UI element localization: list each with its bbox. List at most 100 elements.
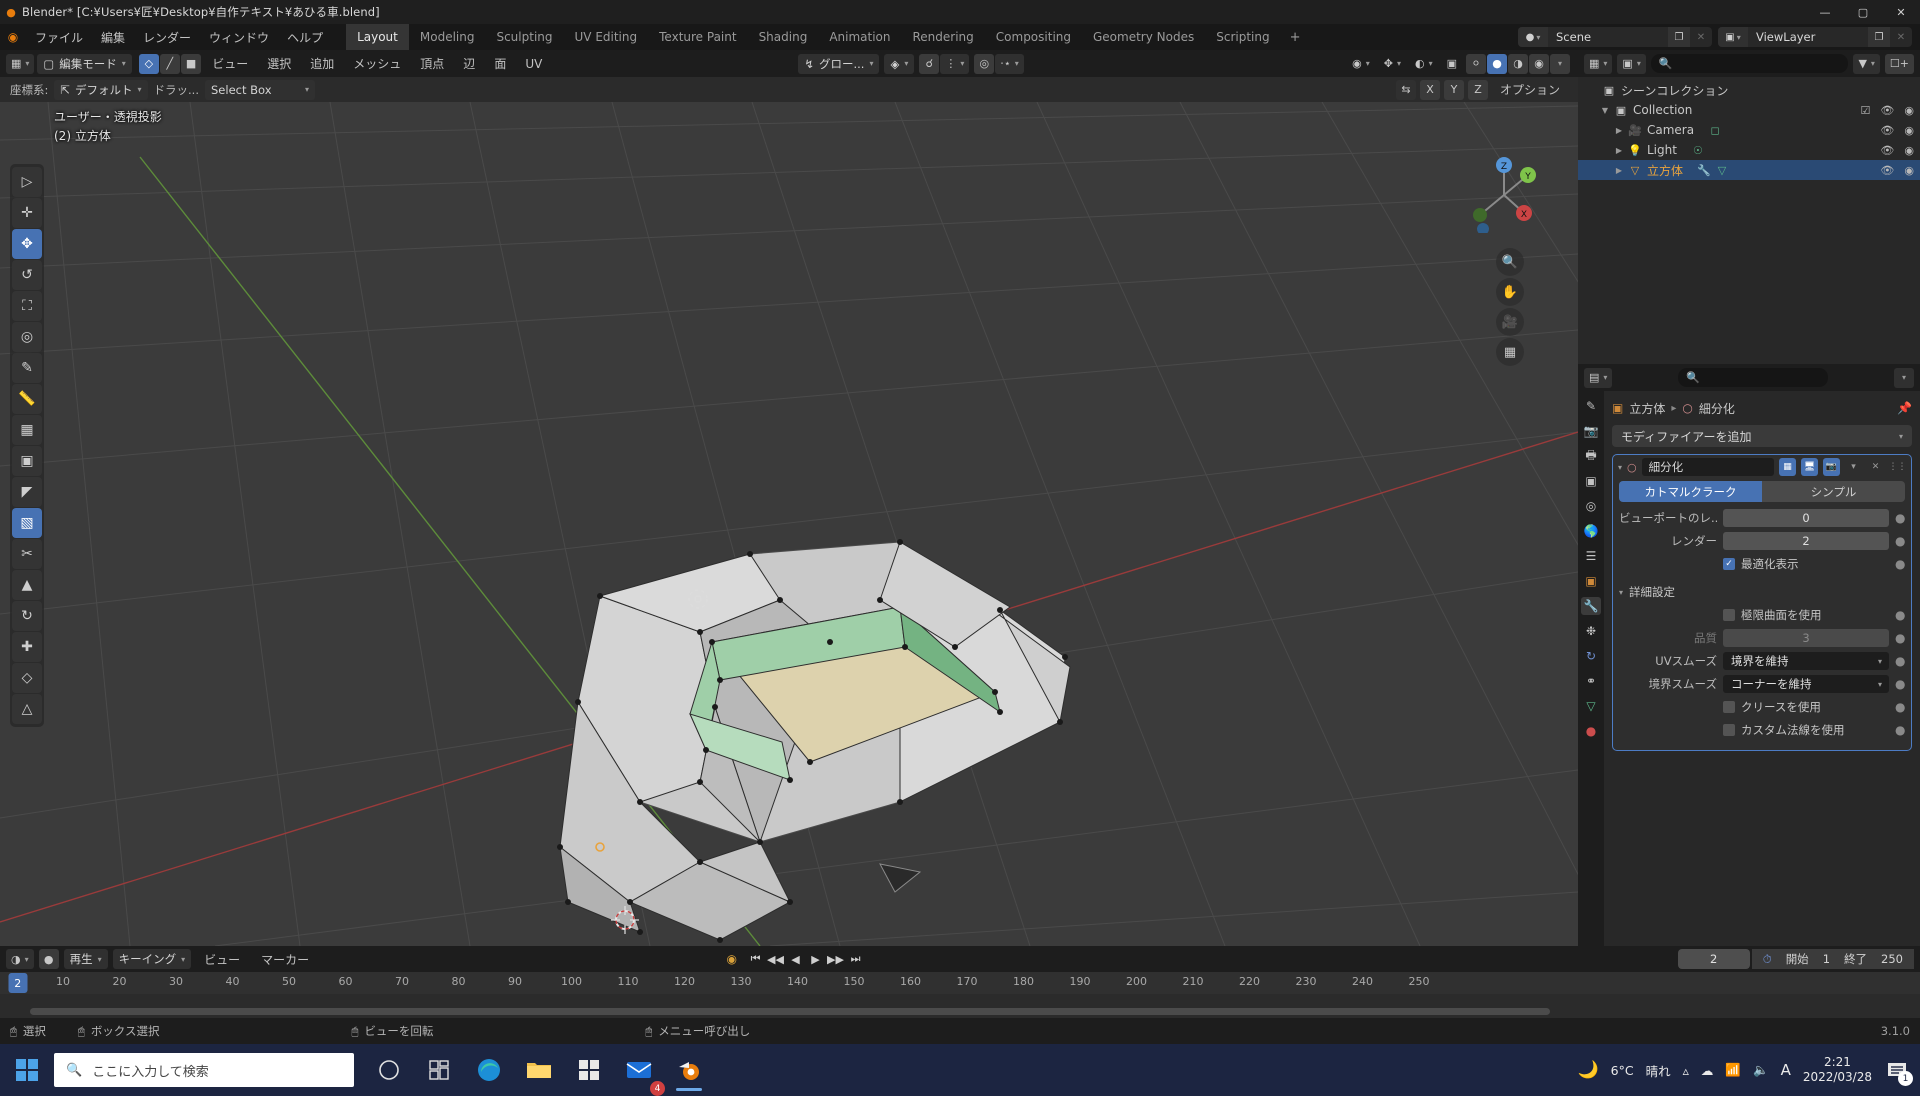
jump-end-button[interactable]: ⏭	[847, 952, 864, 966]
physics-tab[interactable]: ↻	[1581, 647, 1601, 665]
boundary-smooth-dropdown[interactable]: コーナーを維持 ▾	[1723, 675, 1889, 693]
rendered-shading-icon[interactable]: ◉	[1529, 53, 1549, 74]
render-tab[interactable]: 📷	[1581, 422, 1601, 440]
navigation-gizmo[interactable]: Y Z X	[1466, 157, 1542, 233]
new-collection-icon[interactable]: ☐+	[1884, 53, 1914, 74]
chevron-up-icon[interactable]: ▵	[1683, 1063, 1689, 1078]
ime-A-icon[interactable]: A	[1781, 1061, 1791, 1079]
end-frame-value[interactable]: 250	[1881, 952, 1903, 966]
proportional-edit-icon[interactable]: ◎	[974, 53, 995, 74]
hand-pan-icon[interactable]: ✋	[1496, 278, 1524, 306]
camera-render-icon[interactable]: ◉	[1904, 144, 1914, 157]
view-layer-tab[interactable]: ▣	[1581, 472, 1601, 490]
onedrive-icon[interactable]: ☁	[1701, 1063, 1714, 1078]
catmull-clark-option[interactable]: カトマルクラーク	[1619, 481, 1762, 502]
optimal-display-checkbox[interactable]: ✓	[1723, 558, 1735, 570]
visibility-selector-icon[interactable]: ◉ ▾	[1347, 54, 1375, 74]
menu-edit[interactable]: 編集	[92, 27, 134, 47]
close-button[interactable]: ✕	[1882, 0, 1920, 24]
menu-window[interactable]: ウィンドウ	[200, 27, 278, 47]
outliner-editor-type-icon[interactable]: ▦ ▾	[1584, 53, 1613, 74]
camera-object-data-icon[interactable]: ◻	[1706, 124, 1724, 137]
camera-view-icon[interactable]: 🎥	[1496, 308, 1524, 336]
jump-start-button[interactable]: ⏮	[747, 952, 764, 966]
taskbar-clock[interactable]: 2:21 2022/03/28	[1803, 1055, 1872, 1085]
scale-tool[interactable]: ⛶	[12, 291, 42, 321]
tab-compositing[interactable]: Compositing	[985, 24, 1082, 50]
simple-option[interactable]: シンプル	[1762, 481, 1905, 502]
mirror-icon[interactable]: ⇆	[1395, 79, 1416, 100]
tab-layout[interactable]: Layout	[346, 24, 409, 50]
notification-icon[interactable]: 1	[1884, 1057, 1913, 1086]
viewport-menu-select[interactable]: 選択	[259, 54, 299, 74]
file-explorer-icon[interactable]	[516, 1047, 562, 1093]
maximize-button[interactable]: ▢	[1844, 0, 1882, 24]
modifier-extras-icon[interactable]: ▾	[1845, 458, 1862, 476]
animate-property-dot[interactable]: ●	[1895, 608, 1905, 622]
properties-search-input[interactable]: 🔍	[1678, 368, 1829, 387]
animate-property-dot[interactable]: ●	[1895, 654, 1905, 668]
quality-value[interactable]: 3	[1723, 629, 1889, 647]
viewport-canvas[interactable]: ユーザー・透視投影 (2) 立方体 ▷ ✛ ✥ ↺ ⛶ ◎ ✎ 📏 ▦ ▣ ◤ …	[0, 102, 1578, 946]
measure-tool[interactable]: 📏	[12, 384, 42, 414]
task-view-icon[interactable]	[366, 1047, 412, 1093]
minimize-button[interactable]: —	[1806, 0, 1844, 24]
current-frame-field[interactable]: 2	[1677, 949, 1750, 969]
viewport-menu-uv[interactable]: UV	[517, 54, 550, 74]
use-custom-normals-checkbox[interactable]	[1723, 724, 1735, 736]
outliner-row-cube[interactable]: ▶ ▽ 立方体 🔧 ▽ 👁 ◉	[1578, 160, 1920, 180]
prev-keyframe-button[interactable]: ◀◀	[767, 953, 784, 966]
play-button[interactable]: ▶	[807, 953, 824, 966]
outliner-editor[interactable]: ▦ ▾ ▣ ▾ 🔍 ▼ ▾ ☐+ ▣ シーンコレクション ▼ ▣ Collection…	[1578, 50, 1920, 364]
data-tab[interactable]: ▽	[1581, 697, 1601, 715]
next-keyframe-button[interactable]: ▶▶	[827, 953, 844, 966]
spin-tool[interactable]: ↻	[12, 601, 42, 631]
expand-triangle[interactable]: ▶	[1612, 146, 1626, 155]
render-levels-value[interactable]: 2	[1723, 532, 1889, 550]
mail-icon[interactable]: 4	[616, 1047, 665, 1096]
unlink-scene-button[interactable]: ✕	[1690, 27, 1712, 47]
tool-tab[interactable]: ✎	[1581, 397, 1601, 415]
taskbar-search-input[interactable]: 🔍 ここに入力して検索	[54, 1053, 354, 1087]
show-gizmo-icon[interactable]: ✥ ▾	[1379, 54, 1406, 74]
timeline-track-area[interactable]	[0, 994, 1920, 1018]
show-overlays-icon[interactable]: ◐ ▾	[1410, 54, 1438, 74]
collection-checkbox[interactable]: ☑	[1861, 104, 1871, 117]
rotate-tool[interactable]: ↺	[12, 260, 42, 290]
breadcrumb-modifier-label[interactable]: 細分化	[1699, 400, 1735, 417]
solid-shading-icon[interactable]: ●	[1487, 53, 1507, 74]
mirror-y-button[interactable]: Y	[1443, 79, 1464, 100]
tab-scripting[interactable]: Scripting	[1205, 24, 1280, 50]
menu-render[interactable]: レンダー	[134, 27, 200, 47]
eye-icon[interactable]: 👁	[1880, 104, 1894, 117]
menu-file[interactable]: ファイル	[26, 27, 92, 47]
annotate-tool[interactable]: ✎	[12, 353, 42, 383]
frame-range-fields[interactable]: ⏱ 開始 1 終了 250	[1751, 949, 1914, 969]
constraints-tab[interactable]: ⚭	[1581, 672, 1601, 690]
cursor-tool[interactable]: ✛	[12, 198, 42, 228]
3d-viewport[interactable]: ▦ ▾ ▢ 編集モード ▾ ◇ ╱ ■ ビュー 選択 追加 メッシュ 頂点 辺 面…	[0, 50, 1578, 946]
pin-icon[interactable]: 📌	[1897, 401, 1912, 415]
object-tab[interactable]: ▣	[1581, 572, 1601, 590]
mirror-z-button[interactable]: Z	[1467, 79, 1488, 100]
viewlayer-selector[interactable]: ▣ ▾ ViewLayer ❐ ✕	[1718, 27, 1912, 47]
material-tab[interactable]: ●	[1581, 722, 1601, 740]
auto-keying-record-icon[interactable]: ●	[38, 949, 59, 969]
animate-property-dot[interactable]: ●	[1895, 723, 1905, 737]
loop-cut-tool[interactable]: ▧	[12, 508, 42, 538]
viewport-menu-vertex[interactable]: 頂点	[412, 54, 452, 74]
breadcrumb-object-label[interactable]: 立方体	[1629, 400, 1665, 417]
light-object-data-icon[interactable]: ☉	[1689, 144, 1707, 157]
advanced-section-header[interactable]: ▾ 詳細設定	[1619, 581, 1905, 603]
outliner-row-scene-collection[interactable]: ▣ シーンコレクション	[1578, 80, 1920, 100]
eye-icon[interactable]: 👁	[1880, 124, 1894, 137]
outliner-display-mode-icon[interactable]: ▣ ▾	[1617, 53, 1646, 74]
drag-handle-icon[interactable]: ⋮⋮	[1889, 458, 1907, 476]
camera-render-icon[interactable]: ◉	[1904, 164, 1914, 177]
timeline-editor[interactable]: ◑ ▾ ● 再生 ▾ キーイング ▾ ビュー マーカー ◉ ⏮ ◀◀ ◀ ▶ ▶▶ ⏭…	[0, 946, 1920, 1018]
outliner-row-camera[interactable]: ▶ 🎥 Camera ◻ 👁 ◉	[1578, 120, 1920, 140]
add-modifier-button[interactable]: モディファイアーを追加 ▾	[1612, 425, 1912, 447]
viewport-menu-view[interactable]: ビュー	[204, 54, 256, 74]
transform-orientation-selector[interactable]: ↯ グロー... ▾	[798, 53, 880, 74]
add-workspace-button[interactable]: +	[1281, 30, 1310, 45]
